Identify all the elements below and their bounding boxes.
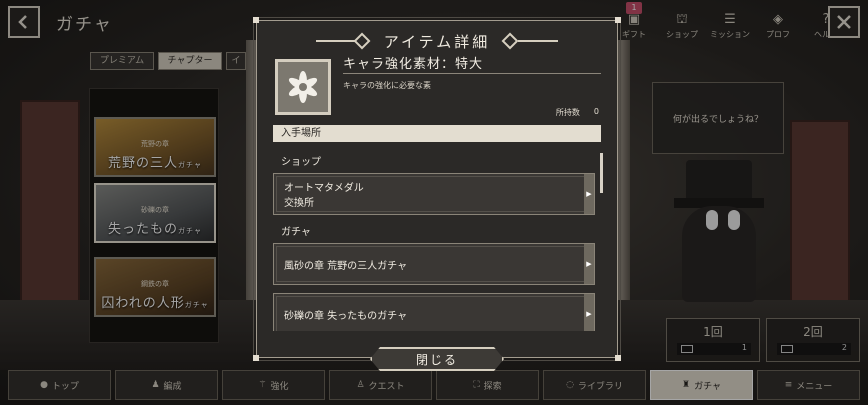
ornament-diamond — [501, 32, 519, 50]
source-row-gacha[interactable]: 風砂の章 荒野の三人ガチャ ▶ — [273, 243, 595, 285]
item-detail-dialog: アイテム詳細 キャラ強化素材：特大 キャラの強化に必要な素 所持数 0 入手場所… — [253, 17, 621, 361]
close-dialog-button-frame: 閉じる — [362, 345, 512, 373]
source-row-label: オートマタメダル — [284, 183, 364, 194]
title-ornament-left — [315, 32, 374, 50]
source-row-label: 砂礫の章 失ったものガチャ — [284, 310, 408, 322]
close-dialog-button[interactable]: 閉じる — [370, 347, 504, 371]
dialog-corner — [615, 17, 621, 23]
ornament-diamond — [353, 32, 371, 50]
title-ornament-right — [500, 32, 559, 50]
source-category: ショップ — [281, 157, 321, 168]
source-row-label: 交換所 — [284, 198, 314, 209]
flower-crest-icon — [288, 71, 318, 103]
dialog-corner — [253, 355, 259, 361]
source-section-header: 入手場所 — [273, 125, 601, 142]
dialog-corner — [253, 17, 259, 23]
chevron-right-icon: ▶ — [584, 244, 594, 284]
chevron-right-icon: ▶ — [584, 174, 594, 214]
source-row-gacha[interactable]: 砂礫の章 失ったものガチャ ▶ — [273, 293, 595, 331]
item-description: キャラの強化に必要な素 — [343, 81, 431, 90]
item-thumbnail — [275, 59, 331, 115]
dialog-title: アイテム詳細 — [383, 32, 491, 51]
source-category: ガチャ — [281, 227, 311, 238]
source-row-label: 風砂の章 荒野の三人ガチャ — [284, 260, 408, 272]
owned-count: 所持数 0 — [556, 107, 599, 118]
owned-value: 0 — [593, 107, 599, 116]
chevron-right-icon: ▶ — [584, 294, 594, 331]
source-row-shop[interactable]: オートマタメダル 交換所 ▶ — [273, 173, 595, 215]
dialog-header: アイテム詳細 — [257, 31, 617, 51]
source-list[interactable]: ショップ オートマタメダル 交換所 ▶ ガチャ 風砂の章 荒野の三人ガチャ ▶ … — [273, 149, 599, 331]
dialog-corner — [615, 355, 621, 361]
item-name: キャラ強化素材：特大 — [343, 57, 484, 72]
ornament-line — [518, 40, 559, 42]
divider — [343, 73, 601, 74]
source-list-scrollbar[interactable] — [600, 153, 603, 193]
ornament-line — [315, 40, 356, 42]
owned-label: 所持数 — [555, 108, 580, 117]
